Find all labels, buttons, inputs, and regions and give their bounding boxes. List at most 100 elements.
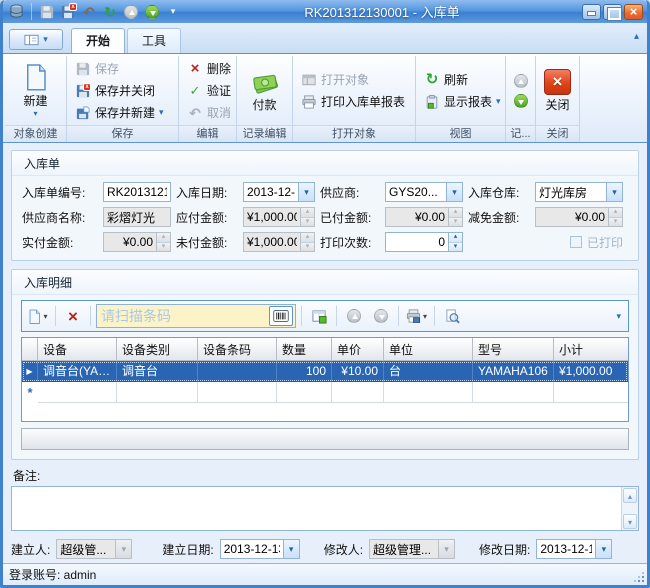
- move-down-icon: [374, 309, 388, 323]
- created-date-field[interactable]: ▾: [220, 539, 300, 559]
- tab-start[interactable]: 开始: [71, 28, 125, 53]
- col-header-device[interactable]: 设备: [38, 338, 117, 361]
- order-date-field[interactable]: ▾: [243, 182, 315, 202]
- ribbon-collapse-icon[interactable]: ▴: [634, 31, 639, 42]
- notes-textarea[interactable]: [12, 487, 638, 530]
- status-bar: 登录账号: admin: [3, 563, 647, 585]
- add-row-button[interactable]: ▾: [26, 304, 50, 328]
- save-icon: [75, 61, 91, 77]
- save-close-button[interactable]: x 保存并关闭: [71, 81, 168, 101]
- close-form-button[interactable]: × 关闭: [540, 67, 575, 115]
- move-down-button: [369, 304, 393, 328]
- detail-groupbox: 入库明细 ▾ ×: [11, 269, 639, 460]
- app-menu-button[interactable]: ▾: [9, 29, 63, 50]
- date-dropdown-icon[interactable]: ▾: [298, 183, 314, 201]
- warehouse-dropdown-icon[interactable]: ▾: [606, 183, 622, 201]
- refresh-button[interactable]: ↻ 刷新: [420, 70, 505, 90]
- modified-date-label: 修改日期:: [479, 541, 530, 558]
- col-header-subtotal[interactable]: 小计: [554, 338, 628, 361]
- discount-spinner: ▴▾: [608, 208, 622, 226]
- save-close-icon[interactable]: x: [59, 3, 77, 20]
- col-header-unit[interactable]: 单位: [384, 338, 473, 361]
- undo-icon[interactable]: ↶: [80, 3, 98, 20]
- cell-unit[interactable]: 台: [384, 361, 473, 382]
- cell-price[interactable]: ¥10.00: [332, 361, 384, 382]
- table-row-selected[interactable]: ▶ 调音台(YAMAHA106) 调音台 100 ¥10.00 台 YAMAHA…: [22, 361, 628, 382]
- toolbar-overflow-icon[interactable]: ▾: [613, 311, 624, 322]
- tab-tools[interactable]: 工具: [127, 28, 181, 53]
- order-no-field[interactable]: [103, 182, 171, 202]
- delete-row-button[interactable]: ×: [61, 304, 85, 328]
- login-account-text: 登录账号: admin: [9, 566, 96, 583]
- cancel-button: ↶ 取消: [183, 103, 235, 123]
- previous-record-icon: [514, 74, 528, 88]
- titlebar: x ↶ ↻ ▾ RK201312130001 - 入库单: [3, 0, 647, 23]
- discount-field: ▴▾: [535, 207, 623, 227]
- ribbon-group-open-object: 打开对象 打印入库单报表 打开对象: [293, 56, 416, 142]
- ribbon-group-view: ↻ 刷新 显示报表 ▾ 视图: [416, 56, 506, 142]
- select-device-button[interactable]: [307, 304, 331, 328]
- qat-customize-icon[interactable]: ▾: [164, 3, 182, 20]
- delete-button[interactable]: × 删除: [183, 59, 235, 79]
- payment-button[interactable]: 付款: [241, 67, 288, 115]
- preview-button[interactable]: [440, 304, 464, 328]
- redo-icon[interactable]: ↻: [101, 3, 119, 20]
- created-by-dropdown-icon: ▾: [115, 540, 131, 558]
- barcode-icon[interactable]: [269, 306, 293, 326]
- paid-label: 已付金额:: [320, 209, 380, 226]
- supplier-field[interactable]: ▾: [385, 182, 463, 202]
- audit-row: 建立人: ▾ 建立日期: ▾ 修改人: ▾ 修改日期: ▾: [11, 539, 639, 559]
- modified-date-dropdown-icon[interactable]: ▾: [595, 540, 611, 558]
- cell-model[interactable]: YAMAHA106: [473, 361, 554, 382]
- col-header-qty[interactable]: 数量: [277, 338, 332, 361]
- table-new-row[interactable]: *: [22, 382, 628, 403]
- magnifier-icon: [445, 309, 460, 324]
- col-header-category[interactable]: 设备类别: [117, 338, 198, 361]
- show-report-button[interactable]: 显示报表 ▾: [420, 92, 505, 112]
- new-button[interactable]: 新建 ▾: [10, 61, 62, 120]
- col-header-barcode[interactable]: 设备条码: [198, 338, 277, 361]
- print-detail-button[interactable]: ▾: [404, 304, 429, 328]
- created-date-dropdown-icon[interactable]: ▾: [283, 540, 299, 558]
- print-count-spinner[interactable]: ▴▾: [448, 233, 462, 251]
- cell-barcode[interactable]: [198, 361, 277, 382]
- validate-button[interactable]: ✓ 验证: [183, 81, 235, 101]
- cell-qty[interactable]: 100: [277, 361, 332, 382]
- save-new-icon: [75, 105, 91, 121]
- actual-paid-label: 实付金额:: [22, 234, 98, 251]
- created-date-label: 建立日期:: [162, 541, 213, 558]
- refresh-icon: ↻: [424, 72, 440, 88]
- minimize-button[interactable]: [582, 4, 601, 20]
- print-count-field[interactable]: ▴▾: [385, 232, 463, 252]
- barcode-input[interactable]: [101, 308, 269, 324]
- close-button[interactable]: [624, 4, 643, 20]
- barcode-input-wrap: [96, 304, 296, 328]
- col-header-price[interactable]: 单价: [332, 338, 384, 361]
- maximize-button[interactable]: [603, 4, 622, 20]
- next-record-icon[interactable]: [143, 3, 161, 20]
- save-new-button[interactable]: 保存并新建 ▾: [71, 103, 168, 123]
- ribbon-group-close: × 关闭 关闭: [536, 56, 580, 142]
- cell-subtotal[interactable]: ¥1,000.00: [554, 361, 628, 382]
- created-by-label: 建立人:: [11, 541, 50, 558]
- cell-category[interactable]: 调音台: [117, 361, 198, 382]
- scroll-up-icon[interactable]: ▴: [623, 488, 637, 503]
- app-icon[interactable]: [7, 4, 25, 20]
- print-report-button[interactable]: 打印入库单报表: [297, 92, 409, 112]
- cell-device[interactable]: 调音台(YAMAHA106): [38, 361, 117, 382]
- warehouse-field[interactable]: ▾: [535, 182, 623, 202]
- col-header-model[interactable]: 型号: [473, 338, 554, 361]
- payable-label: 应付金额:: [176, 209, 238, 226]
- modified-date-field[interactable]: ▾: [536, 539, 612, 559]
- resize-grip[interactable]: [635, 573, 644, 582]
- move-up-button: [342, 304, 366, 328]
- warehouse-label: 入库仓库:: [468, 184, 530, 201]
- next-record-icon[interactable]: [514, 94, 528, 108]
- supplier-dropdown-icon[interactable]: ▾: [446, 183, 462, 201]
- notes-field-wrap: ▴ ▾: [11, 486, 639, 531]
- ribbon: 新建 ▾ 对象创建 保存 x 保存并关闭: [3, 53, 647, 143]
- printed-checkbox-wrap: 已打印: [535, 234, 623, 251]
- print-count-label: 打印次数:: [320, 234, 380, 251]
- scroll-down-icon[interactable]: ▾: [623, 514, 637, 529]
- created-by-field: ▾: [56, 539, 132, 559]
